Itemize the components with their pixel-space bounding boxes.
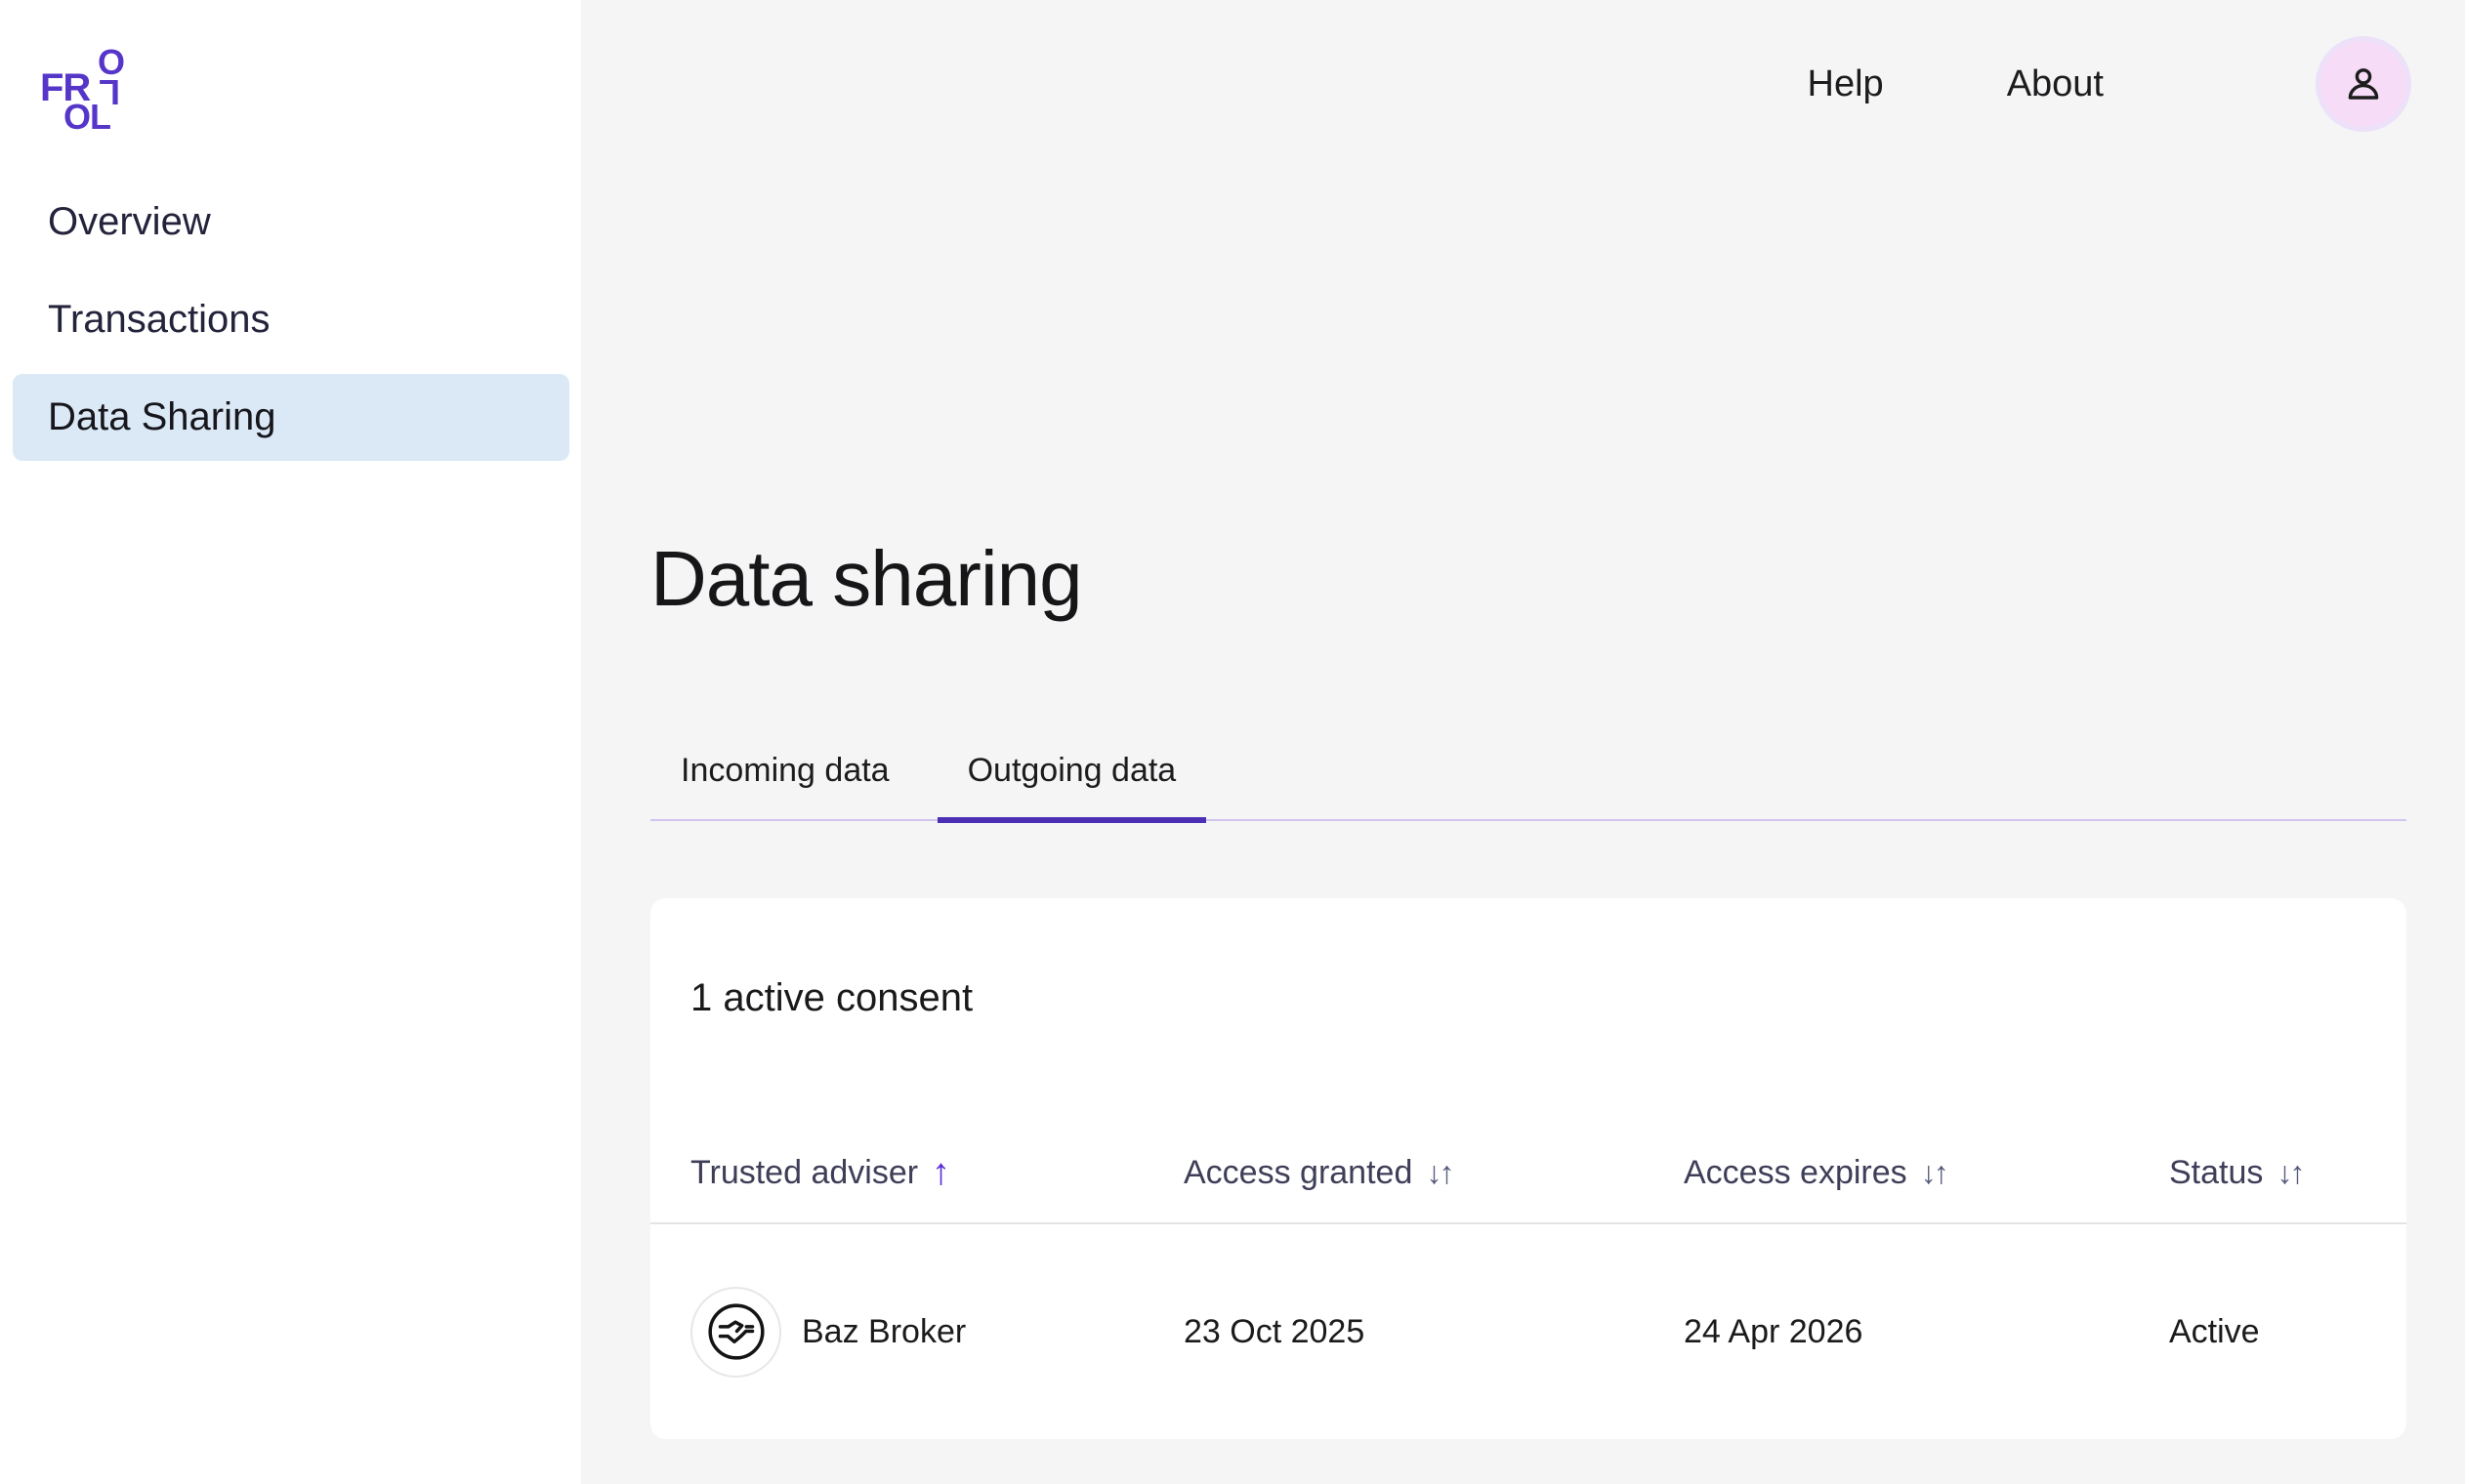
sidebar-item-transactions[interactable]: Transactions: [13, 276, 569, 363]
column-label: Access expires: [1684, 1154, 1907, 1192]
handshake-icon: [704, 1299, 769, 1364]
column-header-status[interactable]: Status ↓↑: [2169, 1154, 2366, 1192]
page-title: Data sharing: [650, 534, 2406, 624]
top-bar: Help About: [650, 40, 2406, 128]
frollo-logo[interactable]: FR O L OL: [40, 47, 130, 131]
adviser-cell: Baz Broker: [690, 1287, 1184, 1378]
column-header-trusted-adviser[interactable]: Trusted adviser ↑: [690, 1154, 1184, 1192]
adviser-name: Baz Broker: [802, 1313, 966, 1351]
main-content: Help About Data sharing Incoming data Ou…: [581, 0, 2465, 1484]
column-header-access-granted[interactable]: Access granted ↓↑: [1184, 1154, 1684, 1192]
person-icon: [2340, 61, 2387, 107]
sort-toggle-icon: ↓↑: [2277, 1157, 2302, 1188]
tab-bar: Incoming data Outgoing data: [650, 752, 2406, 821]
sort-toggle-icon: ↓↑: [1426, 1157, 1451, 1188]
sidebar-item-label: Data Sharing: [48, 395, 275, 439]
about-link[interactable]: About: [2007, 63, 2104, 105]
help-link[interactable]: Help: [1808, 63, 1884, 105]
sidebar-item-overview[interactable]: Overview: [13, 179, 569, 266]
tab-incoming-data[interactable]: Incoming data: [650, 752, 920, 823]
sidebar-item-label: Transactions: [48, 298, 271, 342]
sort-toggle-icon: ↓↑: [1921, 1157, 1946, 1188]
broker-logo: [690, 1287, 781, 1378]
status-value: Active: [2169, 1313, 2366, 1351]
consents-card: 1 active consent Trusted adviser ↑ Acces…: [650, 898, 2406, 1439]
tab-label: Incoming data: [681, 752, 890, 789]
tab-label: Outgoing data: [968, 752, 1177, 789]
logo-text: OL: [63, 100, 110, 135]
table-row[interactable]: Baz Broker 23 Oct 2025 24 Apr 2026 Activ…: [690, 1224, 2366, 1439]
sidebar: FR O L OL Overview Transactions Data Sha…: [0, 0, 581, 1484]
column-header-access-expires[interactable]: Access expires ↓↑: [1684, 1154, 2169, 1192]
sidebar-item-label: Overview: [48, 200, 211, 244]
consent-count-summary: 1 active consent: [690, 974, 2366, 1021]
sort-ascending-icon: ↑: [932, 1154, 950, 1191]
access-granted-value: 23 Oct 2025: [1184, 1313, 1684, 1351]
table-header-row: Trusted adviser ↑ Access granted ↓↑ Acce…: [690, 1150, 2366, 1195]
app-window: FR O L OL Overview Transactions Data Sha…: [0, 0, 2465, 1484]
column-label: Access granted: [1184, 1154, 1412, 1192]
sidebar-nav: Overview Transactions Data Sharing: [0, 179, 581, 461]
column-label: Trusted adviser: [690, 1154, 918, 1192]
tab-outgoing-data[interactable]: Outgoing data: [938, 752, 1207, 823]
sidebar-item-data-sharing[interactable]: Data Sharing: [13, 374, 569, 461]
column-label: Status: [2169, 1154, 2263, 1192]
access-expires-value: 24 Apr 2026: [1684, 1313, 2169, 1351]
user-avatar-button[interactable]: [2320, 41, 2406, 127]
